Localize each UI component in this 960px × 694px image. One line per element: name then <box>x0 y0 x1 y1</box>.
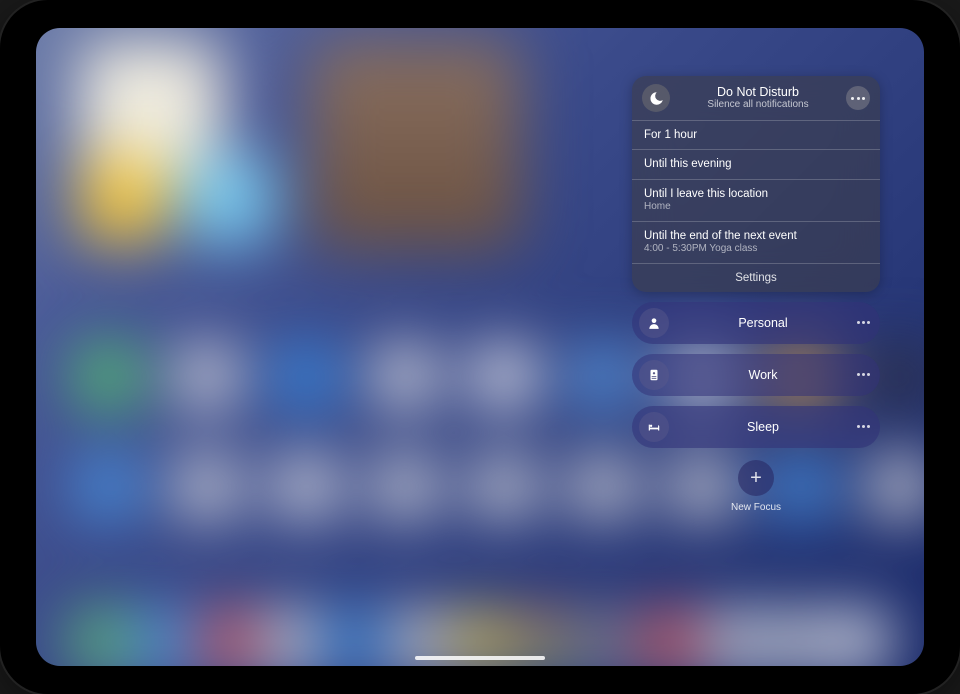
badge-icon <box>639 360 669 390</box>
focus-mode-personal[interactable]: Personal <box>632 302 880 344</box>
more-icon[interactable] <box>857 321 870 324</box>
ipad-frame: Do Not Disturb Silence all notifications… <box>0 0 960 694</box>
focus-mode-sleep[interactable]: Sleep <box>632 406 880 448</box>
more-icon[interactable] <box>857 425 870 428</box>
bed-icon <box>639 412 669 442</box>
dnd-more-button[interactable] <box>846 86 870 110</box>
focus-label: Personal <box>679 316 847 330</box>
home-indicator[interactable] <box>415 656 545 660</box>
more-icon <box>851 97 865 100</box>
new-focus: + New Focus <box>632 460 880 513</box>
dnd-option-1hour[interactable]: For 1 hour <box>632 120 880 149</box>
focus-panel: Do Not Disturb Silence all notifications… <box>632 76 880 513</box>
dnd-option-event[interactable]: Until the end of the next event 4:00 - 5… <box>632 221 880 263</box>
new-focus-button[interactable]: + <box>738 460 774 496</box>
dnd-option-location[interactable]: Until I leave this location Home <box>632 179 880 221</box>
focus-label: Sleep <box>679 420 847 434</box>
more-icon[interactable] <box>857 373 870 376</box>
person-icon <box>639 308 669 338</box>
dnd-header[interactable]: Do Not Disturb Silence all notifications <box>632 76 880 120</box>
plus-icon: + <box>750 468 762 488</box>
screen: Do Not Disturb Silence all notifications… <box>36 28 924 666</box>
focus-label: Work <box>679 368 847 382</box>
dnd-settings-button[interactable]: Settings <box>632 263 880 292</box>
focus-mode-work[interactable]: Work <box>632 354 880 396</box>
new-focus-label: New Focus <box>731 502 781 513</box>
dnd-subtitle: Silence all notifications <box>680 99 836 110</box>
dnd-option-evening[interactable]: Until this evening <box>632 149 880 178</box>
dnd-title: Do Not Disturb <box>680 86 836 100</box>
moon-icon <box>642 84 670 112</box>
dnd-card: Do Not Disturb Silence all notifications… <box>632 76 880 292</box>
